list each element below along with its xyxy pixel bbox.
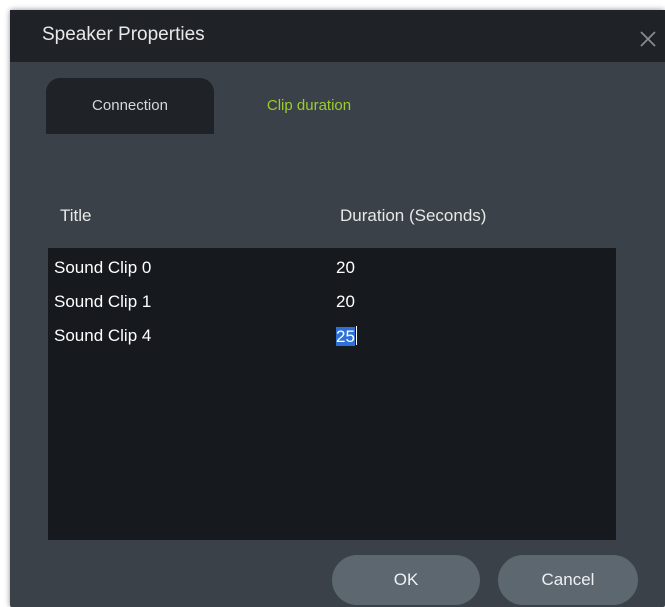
table-row[interactable]: Sound Clip 1 20 [48,286,616,320]
clip-duration[interactable]: 20 [336,292,355,312]
close-icon [640,31,656,47]
dialog-title: Speaker Properties [42,24,205,45]
title-bar: Speaker Properties [10,10,665,62]
column-header-duration: Duration (Seconds) [340,206,487,225]
clip-title: Sound Clip 4 [54,326,152,345]
table-row[interactable]: Sound Clip 0 20 [48,252,616,286]
column-header-title: Title [60,206,92,225]
clip-title: Sound Clip 0 [54,258,152,277]
table-row[interactable]: Sound Clip 4 25 [48,320,616,354]
text-caret [355,326,357,345]
cancel-button[interactable]: Cancel [498,555,638,605]
sound-clip-list: Sound Clip 0 20 Sound Clip 1 20 Sound Cl… [48,248,616,540]
clip-duration-editor[interactable]: 25 [336,326,357,347]
ok-button[interactable]: OK [332,555,480,605]
clip-duration[interactable]: 20 [336,258,355,278]
clip-duration-panel: Title Duration (Seconds) Sound Clip 0 20… [48,134,616,540]
clip-title: Sound Clip 1 [54,292,152,311]
selected-duration-text: 25 [336,327,355,346]
speaker-properties-dialog: Speaker Properties Connection Clip durat… [10,10,665,607]
tab-clip-duration[interactable]: Clip duration [217,78,401,134]
tab-connection[interactable]: Connection [46,78,214,134]
close-button[interactable] [631,22,665,56]
